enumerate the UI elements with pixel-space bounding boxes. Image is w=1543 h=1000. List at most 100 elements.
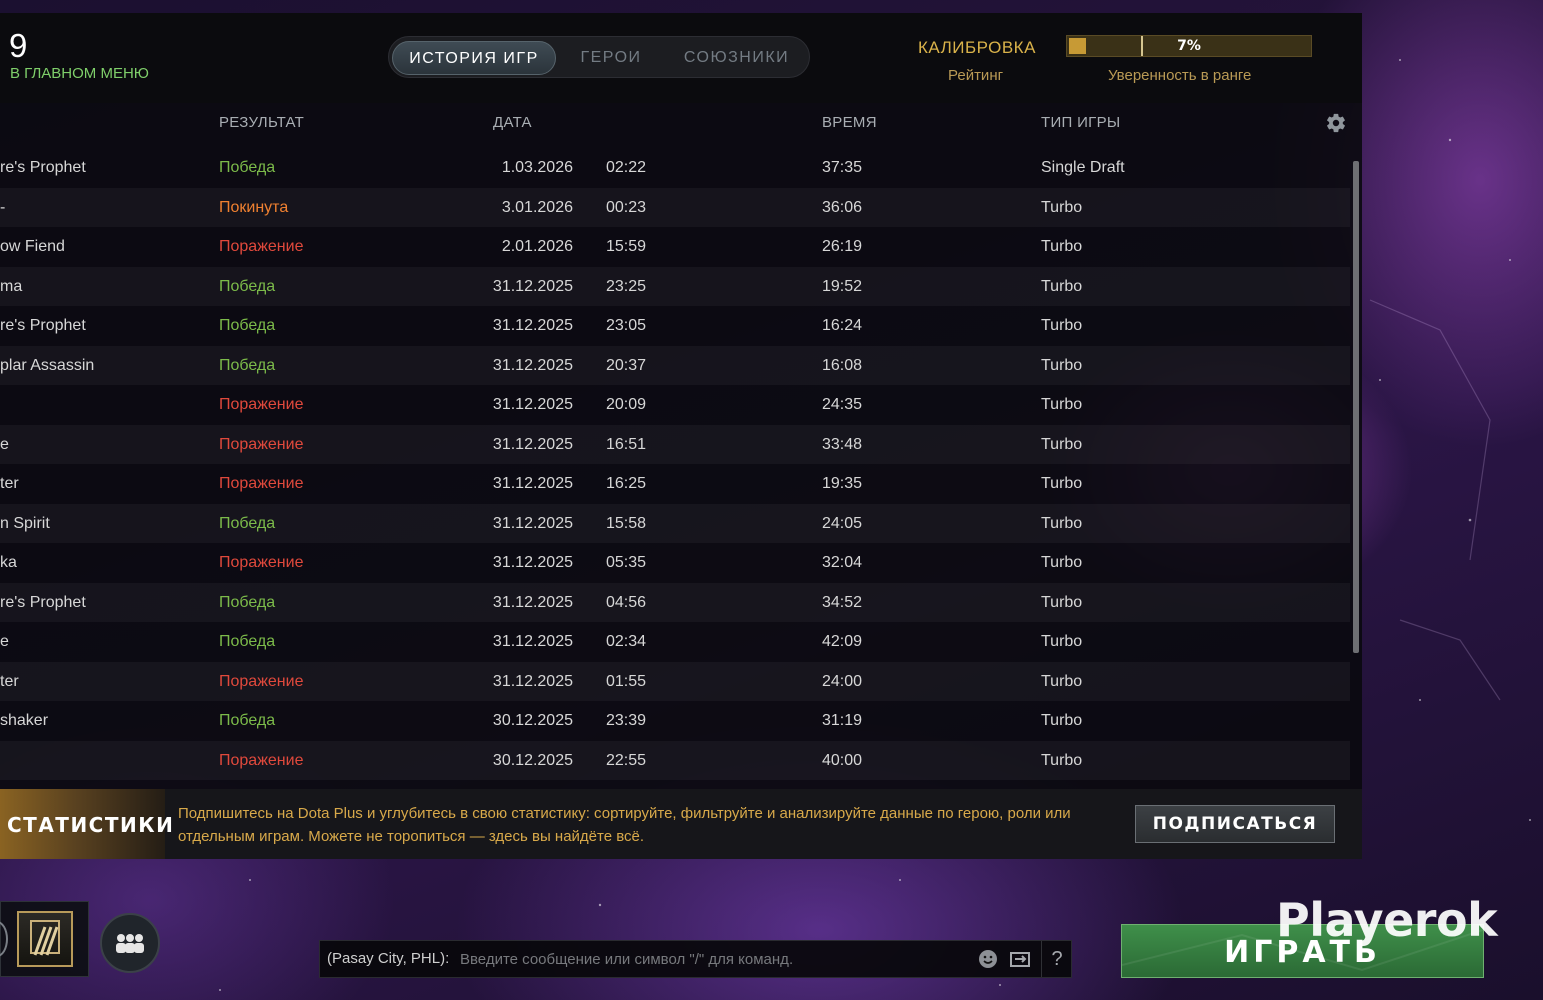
subscribe-button[interactable]: ПОДПИСАТЬСЯ xyxy=(1135,805,1335,843)
match-date: 31.12.2025 xyxy=(492,594,573,611)
match-date: 30.12.2025 xyxy=(492,712,573,729)
calibration-title: КАЛИБРОВКА xyxy=(918,38,1036,57)
watermark-logo: Playerok xyxy=(1276,893,1498,947)
match-row[interactable]: re's Prophet Победа 31.12.2025 04:56 34:52 Tu… xyxy=(0,583,1350,622)
settings-gear-icon[interactable] xyxy=(1325,112,1347,134)
chat-bar: (Pasay City, PHL): ? xyxy=(319,940,1072,978)
column-header-duration[interactable]: ВРЕМЯ xyxy=(822,114,877,131)
match-game-type: Turbo xyxy=(1041,515,1083,532)
party-icon[interactable] xyxy=(100,913,160,973)
chat-input[interactable] xyxy=(460,947,960,971)
match-game-type: Turbo xyxy=(1041,396,1083,413)
match-duration: 42:09 xyxy=(822,633,863,650)
match-duration: 31:19 xyxy=(822,712,863,729)
rank-confidence-bar: 7% xyxy=(1066,35,1312,57)
match-date: 31.12.2025 xyxy=(492,515,573,532)
match-game-type: Turbo xyxy=(1041,554,1083,571)
match-start-time: 15:59 xyxy=(606,238,647,255)
match-row[interactable]: ma Победа 31.12.2025 23:25 19:52 Turbo xyxy=(0,267,1350,306)
match-start-time: 16:25 xyxy=(606,475,647,492)
back-to-main-menu-link[interactable]: В ГЛАВНОМ МЕНЮ xyxy=(10,65,149,82)
match-row[interactable]: ter Поражение 31.12.2025 01:55 24:00 Turbo xyxy=(0,662,1350,701)
match-duration: 16:08 xyxy=(822,357,863,374)
column-header-game-type[interactable]: ТИП ИГРЫ xyxy=(1041,114,1120,131)
match-duration: 24:05 xyxy=(822,515,863,532)
match-start-time: 23:05 xyxy=(606,317,647,334)
match-duration: 37:35 xyxy=(822,159,863,176)
match-duration: 19:52 xyxy=(822,278,863,295)
match-row[interactable]: re's Prophet Победа 31.12.2025 23:05 16:24 Tu… xyxy=(0,306,1350,345)
match-start-time: 20:09 xyxy=(606,396,647,413)
scrollbar-thumb[interactable] xyxy=(1353,161,1359,653)
match-date: 2.01.2026 xyxy=(501,238,573,255)
rating-label: Рейтинг xyxy=(948,67,1004,84)
match-start-time: 00:23 xyxy=(606,199,647,216)
help-icon[interactable]: ? xyxy=(1041,941,1072,977)
match-game-type: Turbo xyxy=(1041,278,1083,295)
match-duration: 16:24 xyxy=(822,317,863,334)
match-date: 31.12.2025 xyxy=(492,633,573,650)
match-duration: 19:35 xyxy=(822,475,863,492)
match-start-time: 05:35 xyxy=(606,554,647,571)
match-duration: 32:04 xyxy=(822,554,863,571)
match-duration: 33:48 xyxy=(822,436,863,453)
rank-confidence-label: Уверенность в ранге xyxy=(1108,67,1252,84)
match-row[interactable]: plar Assassin Победа 31.12.2025 20:37 16:08 T… xyxy=(0,346,1350,385)
column-header-result[interactable]: РЕЗУЛЬТАТ xyxy=(219,114,304,131)
match-date: 31.12.2025 xyxy=(492,278,573,295)
match-duration: 24:00 xyxy=(822,673,863,690)
emoji-icon[interactable] xyxy=(974,945,1002,973)
history-tabs: ИСТОРИЯ ИГР ГЕРОИ СОЮЗНИКИ xyxy=(388,36,810,78)
match-history-panel: 9 В ГЛАВНОМ МЕНЮ ИСТОРИЯ ИГР ГЕРОИ СОЮЗН… xyxy=(0,13,1362,859)
dota-plus-banner: СТАТИСТИКИ Подпишитесь на Dota Plus и уг… xyxy=(0,789,1362,859)
match-game-type: Turbo xyxy=(1041,712,1083,729)
rank-confidence-value: 7% xyxy=(1177,38,1201,54)
chat-channel-label[interactable]: (Pasay City, PHL): xyxy=(327,941,449,977)
chat-wheel-icon[interactable] xyxy=(1006,945,1034,973)
match-row[interactable]: Поражение 31.12.2025 20:09 24:35 Turbo xyxy=(0,385,1350,424)
match-start-time: 23:25 xyxy=(606,278,647,295)
match-row[interactable]: - Покинута 3.01.2026 00:23 36:06 Turbo xyxy=(0,188,1350,227)
match-game-type: Turbo xyxy=(1041,238,1083,255)
match-start-time: 04:56 xyxy=(606,594,647,611)
tab-match-history[interactable]: ИСТОРИЯ ИГР xyxy=(392,41,556,75)
match-start-time: 02:22 xyxy=(606,159,647,176)
match-start-time: 15:58 xyxy=(606,515,647,532)
match-date: 1.03.2026 xyxy=(501,159,573,176)
match-row[interactable]: e Поражение 31.12.2025 16:51 33:48 Turbo xyxy=(0,425,1350,464)
match-duration: 40:00 xyxy=(822,752,863,769)
profile-level: 9 xyxy=(9,27,28,64)
banner-description: Подпишитесь на Dota Plus и углубитесь в … xyxy=(178,805,1071,845)
banner-title: СТАТИСТИКИ xyxy=(7,813,175,837)
match-date: 3.01.2026 xyxy=(501,199,573,216)
match-row[interactable]: ka Поражение 31.12.2025 05:35 32:04 Turbo xyxy=(0,543,1350,582)
match-row[interactable]: ow Fiend Поражение 2.01.2026 15:59 26:19 Turb… xyxy=(0,227,1350,266)
rank-medal-icon[interactable] xyxy=(17,911,73,967)
match-game-type: Turbo xyxy=(1041,475,1083,492)
tab-heroes[interactable]: ГЕРОИ xyxy=(561,41,661,75)
match-row[interactable]: Поражение 30.12.2025 22:55 40:00 Turbo xyxy=(0,741,1350,780)
match-game-type: Single Draft xyxy=(1041,159,1125,176)
match-date: 31.12.2025 xyxy=(492,475,573,492)
match-date: 31.12.2025 xyxy=(492,436,573,453)
match-date: 31.12.2025 xyxy=(492,396,573,413)
match-game-type: Turbo xyxy=(1041,752,1083,769)
column-header-date[interactable]: ДАТА xyxy=(493,114,532,131)
match-row[interactable]: e Победа 31.12.2025 02:34 42:09 Turbo xyxy=(0,622,1350,661)
match-game-type: Turbo xyxy=(1041,436,1083,453)
top-bar: 9 В ГЛАВНОМ МЕНЮ ИСТОРИЯ ИГР ГЕРОИ СОЮЗН… xyxy=(0,13,1362,103)
match-duration: 34:52 xyxy=(822,594,863,611)
banner-art: СТАТИСТИКИ xyxy=(0,789,173,859)
match-game-type: Turbo xyxy=(1041,357,1083,374)
match-row[interactable]: n Spirit Победа 31.12.2025 15:58 24:05 Turbo xyxy=(0,504,1350,543)
match-row[interactable]: ter Поражение 31.12.2025 16:25 19:35 Turbo xyxy=(0,464,1350,503)
match-game-type: Turbo xyxy=(1041,633,1083,650)
tab-allies[interactable]: СОЮЗНИКИ xyxy=(669,41,804,75)
match-row[interactable]: shaker Победа 30.12.2025 23:39 31:19 Turbo xyxy=(0,701,1350,740)
match-row[interactable]: re's Prophet Победа 1.03.2026 02:22 37:35 Sin… xyxy=(0,148,1350,187)
match-duration: 36:06 xyxy=(822,199,863,216)
match-start-time: 22:55 xyxy=(606,752,647,769)
match-date: 31.12.2025 xyxy=(492,673,573,690)
match-date: 31.12.2025 xyxy=(492,554,573,571)
match-date: 30.12.2025 xyxy=(492,752,573,769)
